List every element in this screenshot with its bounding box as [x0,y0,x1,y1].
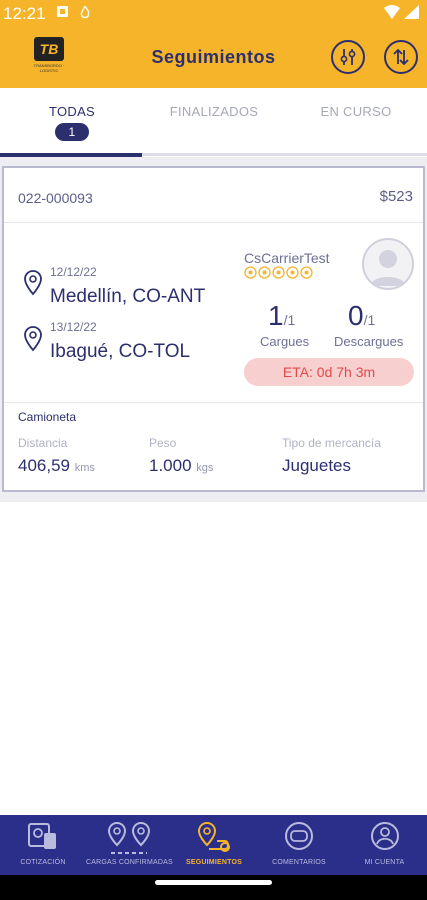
status-time: 12:21 [3,4,46,23]
cargo-value: Juguetes [282,456,351,475]
cargues-count: 1/1 [268,300,295,332]
destination-city: Ibagué, CO-TOL [50,341,191,362]
star-icon [244,266,257,279]
descargues-done: 0 [348,300,364,331]
distance-value: 406,59 kms [18,456,95,476]
weight-number: 1.000 [149,456,192,475]
wifi-icon [383,5,400,19]
shipment-price: $523 [379,188,413,205]
nav-label: SEGUIMIENTOS [186,859,242,866]
divider [4,402,423,403]
tracking-icon [197,821,230,852]
nav-label: COMENTARIOS [272,859,326,866]
cargo-label: Tipo de mercancía [282,436,381,450]
shipment-card[interactable]: 022-000093 $523 12/12/22 Medellín, CO-AN… [2,166,425,492]
weight-label: Peso [149,436,177,450]
carrier-avatar[interactable] [362,238,414,290]
weight-value: 1.000 kgs [149,456,213,476]
home-gesture-handle[interactable] [155,880,272,885]
user-silhouette-icon [370,250,406,286]
star-icon [258,266,271,279]
destination-pin-icon [24,326,42,352]
filter-button[interactable] [331,40,365,74]
distance-unit: kms [74,462,95,474]
notification-icon [57,6,68,17]
status-bar: 12:21 [0,0,427,30]
origin-date: 12/12/22 [50,265,97,279]
vehicle-type: Camioneta [18,410,77,424]
descargues-total: /1 [363,312,376,328]
cargues-label: Cargues [260,334,310,349]
tab-en-curso[interactable]: EN CURSO [310,104,402,119]
divider [4,222,423,223]
carrier-name: CsCarrierTest [244,250,330,266]
eta-badge: ETA: 0d 7h 3m [244,358,414,386]
shipment-code: 022-000093 [18,190,93,206]
destination-date: 13/12/22 [50,320,97,334]
star-icon [286,266,299,279]
sort-arrows-icon [393,48,409,66]
route-pins-icon [107,821,151,854]
nav-cotizacion[interactable]: COTIZACIÓN [0,815,86,875]
nav-comentarios[interactable]: COMENTARIOS [256,815,342,875]
tab-finalizados[interactable]: FINALIZADOS [160,104,268,119]
origin-city: Medellín, CO-ANT [50,286,206,307]
cargues-total: /1 [283,312,296,328]
distance-number: 406,59 [18,456,70,475]
nav-mi-cuenta[interactable]: MI CUENTA [342,815,427,875]
quote-icon [28,823,56,849]
flame-icon [80,6,90,19]
bottom-navigation: COTIZACIÓN CARGAS CONFIRMADAS SEGUIMIENT… [0,815,427,875]
descargues-label: Descargues [334,334,404,349]
star-icon [300,266,313,279]
nav-cargas-confirmadas[interactable]: CARGAS CONFIRMADAS [86,815,173,875]
cargues-done: 1 [268,300,284,331]
tab-count-badge: 1 [55,123,89,141]
sliders-icon [340,49,356,65]
status-tabs: TODAS 1 FINALIZADOS EN CURSO [0,88,427,156]
tab-label: FINALIZADOS [169,104,259,119]
tab-todas[interactable]: TODAS 1 [38,104,106,141]
carrier-rating [244,266,313,279]
distance-label: Distancia [18,436,68,450]
origin-pin-icon [24,270,42,296]
nav-label: COTIZACIÓN [20,859,66,866]
signal-icon [404,5,419,19]
descargues-count: 0/1 [348,300,375,332]
nav-label: MI CUENTA [364,859,405,866]
comments-icon [285,822,313,850]
weight-unit: kgs [196,462,214,474]
sort-button[interactable] [384,40,418,74]
system-navigation-bar [0,875,427,900]
account-icon [370,822,399,850]
nav-label: CARGAS CONFIRMADAS [86,859,173,866]
tab-label: EN CURSO [320,104,392,119]
nav-seguimientos[interactable]: SEGUIMIENTOS [172,815,256,875]
star-icon [272,266,285,279]
tab-label: TODAS [48,104,96,119]
